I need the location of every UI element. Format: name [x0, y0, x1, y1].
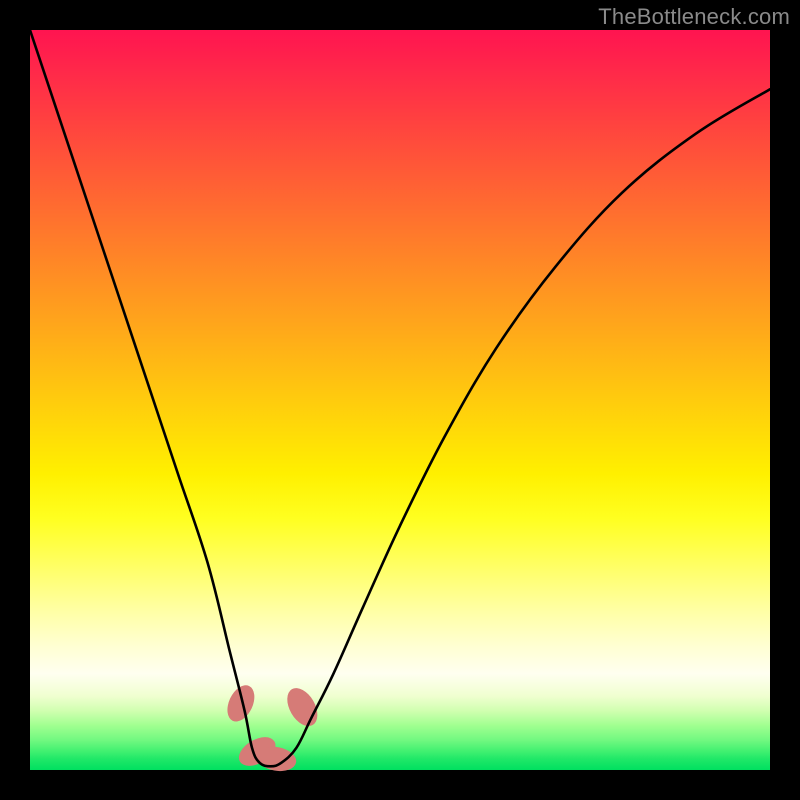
chart-frame: TheBottleneck.com: [0, 0, 800, 800]
plot-area: [30, 30, 770, 770]
marker-group: [222, 681, 324, 774]
bottleneck-curve: [30, 30, 770, 766]
curve-layer: [30, 30, 770, 770]
curve-marker: [222, 681, 260, 726]
watermark-text: TheBottleneck.com: [598, 4, 790, 30]
